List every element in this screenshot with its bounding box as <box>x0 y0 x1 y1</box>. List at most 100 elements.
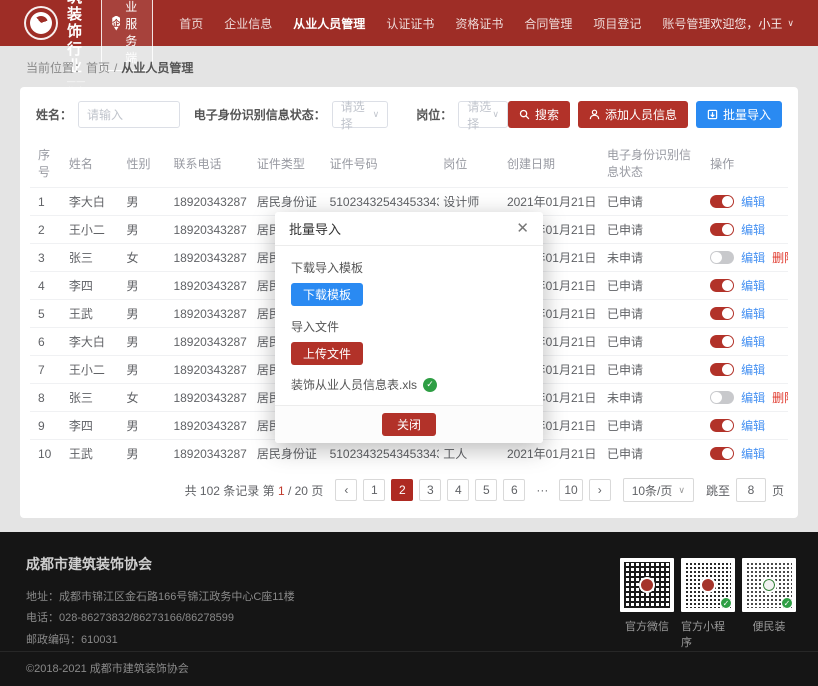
batch-import-button[interactable]: 批量导入 <box>696 101 782 128</box>
edit-link[interactable]: 编辑 <box>741 361 765 378</box>
status-toggle[interactable] <box>710 419 734 432</box>
pagination: 共 102 条记录 第 1 / 20 页 ‹ 123456···10 › 10条… <box>30 467 788 504</box>
page-button-5[interactable]: 5 <box>475 479 497 501</box>
qr-code-icon: ✓ <box>742 558 796 612</box>
cell-phone: 18920343287 <box>169 216 252 244</box>
status-toggle[interactable] <box>710 363 734 376</box>
status-toggle[interactable] <box>710 279 734 292</box>
edit-link[interactable]: 编辑 <box>741 277 765 294</box>
status-toggle[interactable] <box>710 335 734 348</box>
cell-phone: 18920343287 <box>169 244 252 272</box>
page-button-3[interactable]: 3 <box>419 479 441 501</box>
page-button-4[interactable]: 4 <box>447 479 469 501</box>
edit-link[interactable]: 编辑 <box>741 305 765 322</box>
edit-link[interactable]: 编辑 <box>741 333 765 350</box>
cell-phone: 18920343287 <box>169 440 252 468</box>
main-nav: 首页 企业信息 从业人员管理 认证证书 资格证书 合同管理 项目登记 账号管理 <box>179 15 710 32</box>
page-button-2[interactable]: 2 <box>391 479 413 501</box>
edit-link[interactable]: 编辑 <box>741 417 765 434</box>
column-header: 创建日期 <box>503 140 603 188</box>
row-actions: 编辑 <box>710 361 784 378</box>
summary-current-page: 1 <box>278 484 285 498</box>
cell-status: 已申请 <box>603 272 706 300</box>
delete-link[interactable]: 删除 <box>772 249 788 266</box>
qr-check-badge-icon: ✓ <box>720 597 732 609</box>
jump-label: 跳至 <box>706 482 730 499</box>
nav-item-账号管理[interactable]: 账号管理 <box>662 15 710 32</box>
cell-status: 已申请 <box>603 188 706 216</box>
import-file-section: 导入文件 上传文件 装饰从业人员信息表.xls ✓ <box>291 318 527 393</box>
success-check-icon: ✓ <box>423 378 437 392</box>
post-select[interactable]: 请选择 ∨ <box>458 101 508 128</box>
cell-phone: 18920343287 <box>169 328 252 356</box>
status-toggle[interactable] <box>710 223 734 236</box>
edit-link[interactable]: 编辑 <box>741 221 765 238</box>
cell-status: 已申请 <box>603 356 706 384</box>
status-toggle[interactable] <box>710 251 734 264</box>
nav-item-资格证书[interactable]: 资格证书 <box>455 15 503 32</box>
download-template-label: 下载导入模板 <box>291 259 527 276</box>
column-header: 证件号码 <box>326 140 440 188</box>
status-toggle[interactable] <box>710 447 734 460</box>
edit-link[interactable]: 编辑 <box>741 389 765 406</box>
page-footer: 成都市建筑装饰协会 地址：成都市锦江区金石路166号锦江政务中心C座11楼 电话… <box>0 532 818 686</box>
close-icon[interactable]: ✕ <box>516 221 529 236</box>
delete-link[interactable]: 删除 <box>772 389 788 406</box>
nav-item-首页[interactable]: 首页 <box>179 15 203 32</box>
status-toggle[interactable] <box>710 195 734 208</box>
upload-file-button[interactable]: 上传文件 <box>291 342 363 365</box>
breadcrumb-home-link[interactable]: 首页 <box>86 61 110 75</box>
breadcrumb-prefix: 当前位置： <box>26 61 86 75</box>
next-page-button[interactable]: › <box>589 479 611 501</box>
status-toggle[interactable] <box>710 391 734 404</box>
page-button-6[interactable]: 6 <box>503 479 525 501</box>
edit-link[interactable]: 编辑 <box>741 445 765 462</box>
qr-codes: 官方微信✓官方小程序✓便民装 <box>620 558 796 650</box>
chevron-down-icon: ∨ <box>787 18 794 29</box>
cell-name: 李四 <box>65 412 123 440</box>
close-modal-button[interactable]: 关闭 <box>382 413 436 436</box>
user-menu[interactable]: 欢迎您，小王 ∨ <box>710 15 794 32</box>
cell-name: 李大白 <box>65 188 123 216</box>
prev-page-button[interactable]: ‹ <box>335 479 357 501</box>
search-button[interactable]: 搜索 <box>508 101 570 128</box>
filter-actions: 搜索 添加人员信息 批量导入 <box>508 101 782 128</box>
eid-status-select[interactable]: 请选择 ∨ <box>332 101 389 128</box>
qr-code-icon <box>620 558 674 612</box>
row-actions: 编辑 <box>710 445 784 462</box>
cell-gender: 男 <box>122 440 169 468</box>
qr-center-logo-icon <box>700 577 716 593</box>
add-user-icon <box>589 109 600 120</box>
row-actions: 编辑 <box>710 305 784 322</box>
cell-no: 5 <box>30 300 65 328</box>
cell-cert_type: 居民身份证 <box>253 440 326 468</box>
chevron-left-icon: ‹ <box>344 483 348 497</box>
nav-item-企业信息[interactable]: 企业信息 <box>224 15 272 32</box>
page-button-1[interactable]: 1 <box>363 479 385 501</box>
cell-actions: 编辑 <box>706 356 788 384</box>
name-filter-label: 姓名： <box>36 106 72 123</box>
column-header: 序号 <box>30 140 65 188</box>
jump-page-input[interactable] <box>736 478 766 502</box>
uploaded-file-row: 装饰从业人员信息表.xls ✓ <box>291 376 527 393</box>
nav-item-合同管理[interactable]: 合同管理 <box>524 15 572 32</box>
download-template-button[interactable]: 下载模板 <box>291 283 363 306</box>
nav-item-认证证书[interactable]: 认证证书 <box>386 15 434 32</box>
name-filter-input[interactable] <box>78 101 180 128</box>
chevron-down-icon: ∨ <box>678 485 685 496</box>
status-toggle[interactable] <box>710 307 734 320</box>
nav-item-项目登记[interactable]: 项目登记 <box>593 15 641 32</box>
edit-link[interactable]: 编辑 <box>741 249 765 266</box>
breadcrumb-current: 从业人员管理 <box>121 61 193 75</box>
cell-status: 未申请 <box>603 384 706 412</box>
add-person-button[interactable]: 添加人员信息 <box>578 101 688 128</box>
association-logo-icon <box>24 6 58 40</box>
row-actions: 编辑 <box>710 193 784 210</box>
edit-link[interactable]: 编辑 <box>741 193 765 210</box>
cell-actions: 编辑 <box>706 188 788 216</box>
cell-gender: 女 <box>122 384 169 412</box>
page-button-10[interactable]: 10 <box>559 479 582 501</box>
nav-item-从业人员管理[interactable]: 从业人员管理 <box>293 15 365 32</box>
table-header-row: 序号姓名性别联系电话证件类型证件号码岗位创建日期电子身份识别信息状态操作 <box>30 140 788 188</box>
page-size-select[interactable]: 10条/页 ∨ <box>623 478 694 502</box>
